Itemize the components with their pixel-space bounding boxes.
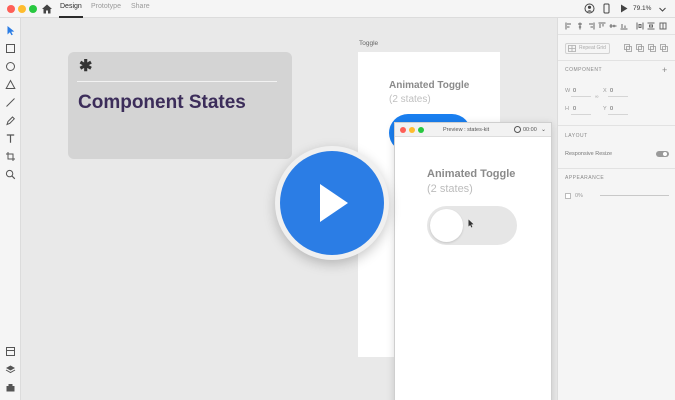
- x-label: X: [603, 88, 607, 94]
- repeat-grid-label: Repeat Grid: [579, 45, 606, 51]
- ellipse-tool-icon[interactable]: [5, 61, 16, 72]
- group-icon[interactable]: [648, 44, 656, 52]
- layout-heading: LAYOUT: [565, 133, 588, 139]
- preview-zoom-button[interactable]: [418, 127, 424, 133]
- height-label: H: [565, 106, 569, 112]
- height-field-underline: [571, 114, 591, 115]
- align-right-icon[interactable]: [587, 22, 595, 30]
- width-label: W: [565, 88, 571, 94]
- distribute-vertical-icon[interactable]: [647, 22, 655, 30]
- plugins-icon[interactable]: [5, 382, 16, 393]
- zoom-window-button[interactable]: [29, 5, 37, 13]
- preview-minimize-button[interactable]: [409, 127, 415, 133]
- distribute-spacing-icon[interactable]: [659, 22, 667, 30]
- chevron-down-icon[interactable]: [657, 4, 668, 15]
- phone-icon[interactable]: [601, 3, 612, 14]
- x-field-underline: [608, 96, 628, 97]
- align-top-icon[interactable]: [598, 22, 606, 30]
- play-icon[interactable]: [618, 3, 629, 14]
- preview-name: Preview : states-kit: [443, 127, 490, 133]
- play-button-circle: [280, 151, 384, 255]
- preview-title: Animated Toggle: [427, 168, 516, 180]
- component-states-card[interactable]: ✱ Component States: [68, 52, 292, 159]
- panel-divider: [558, 34, 675, 35]
- assets-icon[interactable]: [5, 346, 16, 357]
- align-left-icon[interactable]: [565, 22, 573, 30]
- property-inspector: Repeat Grid COMPONENT + W 0 X 0 ∞ H 0 Y …: [557, 18, 675, 400]
- width-field[interactable]: 0: [573, 88, 576, 94]
- line-tool-icon[interactable]: [5, 97, 16, 108]
- height-field[interactable]: 0: [573, 106, 576, 112]
- close-window-button[interactable]: [7, 5, 15, 13]
- add-component-button[interactable]: +: [662, 65, 667, 75]
- y-field[interactable]: 0: [610, 106, 613, 112]
- record-time: 00:00: [523, 127, 537, 133]
- user-icon[interactable]: [584, 3, 595, 14]
- component-heading: COMPONENT: [565, 67, 602, 73]
- tab-design[interactable]: Design: [60, 3, 82, 10]
- panel-divider: [558, 60, 675, 61]
- y-field-underline: [608, 114, 628, 115]
- tab-share[interactable]: Share: [131, 3, 150, 10]
- duplicate-icon[interactable]: [636, 44, 644, 52]
- play-icon: [320, 184, 348, 222]
- ungroup-icon[interactable]: [660, 44, 668, 52]
- video-play-button[interactable]: [275, 146, 389, 260]
- design-canvas[interactable]: ✱ Component States Toggle Animated Toggl…: [21, 18, 557, 400]
- preview-window[interactable]: Preview : states-kit 00:00 ⌄ Animated To…: [394, 122, 552, 400]
- home-icon[interactable]: [41, 3, 53, 15]
- repeat-grid-button[interactable]: Repeat Grid: [565, 43, 610, 54]
- toggle-knob[interactable]: [430, 209, 463, 242]
- responsive-resize-label: Responsive Resize: [565, 151, 613, 157]
- title-bar: Design Prototype Share 79.1%: [0, 0, 675, 18]
- appearance-heading: APPEARANCE: [565, 175, 605, 181]
- asterisk-icon: ✱: [79, 58, 93, 75]
- x-field[interactable]: 0: [610, 88, 613, 94]
- select-tool-icon[interactable]: [5, 25, 16, 36]
- rectangle-tool-icon[interactable]: [5, 43, 16, 54]
- distribute-horizontal-icon[interactable]: [636, 22, 644, 30]
- artboard-title: Animated Toggle: [389, 80, 470, 91]
- repeat-grid-icon: [568, 45, 576, 52]
- artboard-subtitle: (2 states): [389, 94, 431, 105]
- opacity-value[interactable]: 0%: [575, 193, 583, 199]
- record-icon[interactable]: [514, 126, 521, 133]
- zoom-tool-icon[interactable]: [5, 169, 16, 180]
- tool-bar: [0, 18, 21, 400]
- toggle-knob: [663, 152, 667, 156]
- triangle-tool-icon[interactable]: [5, 79, 16, 90]
- artboard-label[interactable]: Toggle: [359, 40, 378, 47]
- layers-icon[interactable]: [5, 364, 16, 375]
- preview-title-bar: Preview : states-kit 00:00 ⌄: [395, 123, 551, 137]
- zoom-level[interactable]: 79.1%: [633, 5, 651, 12]
- copy-icon[interactable]: [624, 44, 632, 52]
- panel-divider: [558, 168, 675, 169]
- minimize-window-button[interactable]: [18, 5, 26, 13]
- y-label: Y: [603, 106, 607, 112]
- align-middle-icon[interactable]: [609, 22, 617, 30]
- panel-divider: [558, 125, 675, 126]
- opacity-checkbox[interactable]: [565, 193, 571, 199]
- width-field-underline: [571, 96, 591, 97]
- align-center-icon[interactable]: [576, 22, 584, 30]
- align-bottom-icon[interactable]: [620, 22, 628, 30]
- divider: [77, 81, 277, 82]
- artboard-tool-icon[interactable]: [5, 151, 16, 162]
- pen-tool-icon[interactable]: [5, 115, 16, 126]
- preview-subtitle: (2 states): [427, 183, 473, 195]
- preview-close-button[interactable]: [400, 127, 406, 133]
- chevron-down-icon[interactable]: ⌄: [541, 126, 546, 133]
- tab-prototype[interactable]: Prototype: [91, 3, 121, 10]
- card-title: Component States: [78, 92, 246, 113]
- opacity-slider[interactable]: [600, 195, 669, 196]
- responsive-resize-toggle[interactable]: [656, 151, 669, 157]
- lock-aspect-icon[interactable]: ∞: [595, 94, 599, 100]
- text-tool-icon[interactable]: [5, 133, 16, 144]
- cursor-icon: [468, 219, 474, 228]
